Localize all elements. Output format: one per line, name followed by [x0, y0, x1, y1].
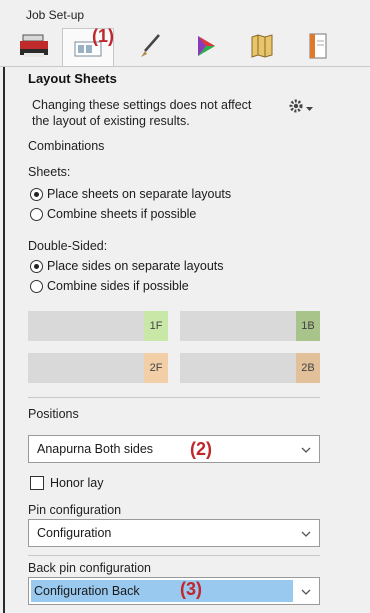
panel-left-border	[3, 67, 5, 613]
gear-icon	[288, 98, 304, 117]
layout-tile-2b: 2B	[180, 353, 320, 383]
radio-label: Combine sheets if possible	[47, 207, 197, 221]
folded-map-icon	[249, 33, 275, 62]
chevron-down-icon	[301, 586, 311, 600]
checkbox-box[interactable]	[30, 476, 44, 490]
tool-color[interactable]	[180, 28, 232, 66]
tool-printer[interactable]	[8, 28, 60, 66]
radio-indicator[interactable]	[30, 207, 43, 221]
radio-label: Place sheets on separate layouts	[47, 187, 232, 201]
pin-configuration-value: Configuration	[37, 526, 112, 540]
radio-combine-sheets[interactable]: Combine sheets if possible	[30, 205, 196, 223]
chevron-down-icon	[301, 528, 311, 542]
tile-tag: 1B	[296, 311, 320, 341]
tile-tag: 2F	[144, 353, 168, 383]
tile-tag: 1F	[144, 311, 168, 341]
radio-place-sides-separate[interactable]: Place sides on separate layouts	[30, 257, 224, 275]
positions-value: Anapurna Both sides	[37, 442, 154, 456]
radio-indicator[interactable]	[30, 259, 43, 273]
radio-place-sheets-separate[interactable]: Place sheets on separate layouts	[30, 185, 231, 203]
combinations-label: Combinations	[28, 139, 105, 153]
panel-description: Changing these settings does not affect …	[32, 98, 252, 128]
radio-label: Place sides on separate layouts	[47, 259, 224, 273]
radio-indicator[interactable]	[30, 187, 43, 201]
positions-label: Positions	[28, 407, 79, 421]
divider	[28, 397, 320, 398]
radio-indicator[interactable]	[30, 279, 43, 293]
layout-tile-2f: 2F	[28, 353, 168, 383]
back-pin-configuration-value: Configuration Back	[31, 580, 293, 602]
divider	[28, 555, 320, 556]
layout-tile-1b: 1B	[180, 311, 320, 341]
tool-brush[interactable]	[124, 28, 176, 66]
pin-configuration-label: Pin configuration	[28, 503, 122, 517]
printer-icon	[19, 33, 49, 62]
sheets-label: Sheets:	[28, 165, 71, 179]
toolbar	[4, 28, 366, 66]
chevron-down-icon	[301, 444, 311, 458]
back-pin-configuration-label: Back pin configuration	[28, 561, 151, 575]
tile-tag: 2B	[296, 353, 320, 383]
document-icon	[306, 32, 330, 63]
brush-icon	[137, 33, 163, 62]
settings-menu-button[interactable]	[288, 97, 318, 117]
double-sided-label: Double-Sided:	[28, 239, 108, 253]
positions-select[interactable]: Anapurna Both sides	[28, 435, 320, 463]
callout-1: (1)	[92, 26, 114, 46]
checkbox-label: Honor lay	[50, 476, 104, 490]
color-wheel-icon	[193, 33, 219, 62]
radio-label: Combine sides if possible	[47, 279, 189, 293]
panel-heading: Layout Sheets	[28, 71, 117, 86]
window-title: Job Set-up	[26, 8, 85, 22]
tool-map[interactable]	[236, 28, 288, 66]
back-pin-configuration-select[interactable]: Configuration Back	[28, 577, 320, 605]
tool-document[interactable]	[292, 28, 344, 66]
pin-configuration-select[interactable]: Configuration	[28, 519, 320, 547]
radio-combine-sides[interactable]: Combine sides if possible	[30, 277, 189, 295]
callout-3: (3)	[180, 579, 202, 599]
callout-2: (2)	[190, 439, 212, 459]
layout-tile-1f: 1F	[28, 311, 168, 341]
layout-sheets-panel: Layout Sheets Changing these settings do…	[0, 66, 370, 613]
honor-lay-checkbox[interactable]: Honor lay	[30, 473, 104, 493]
chevron-down-icon	[306, 100, 313, 115]
